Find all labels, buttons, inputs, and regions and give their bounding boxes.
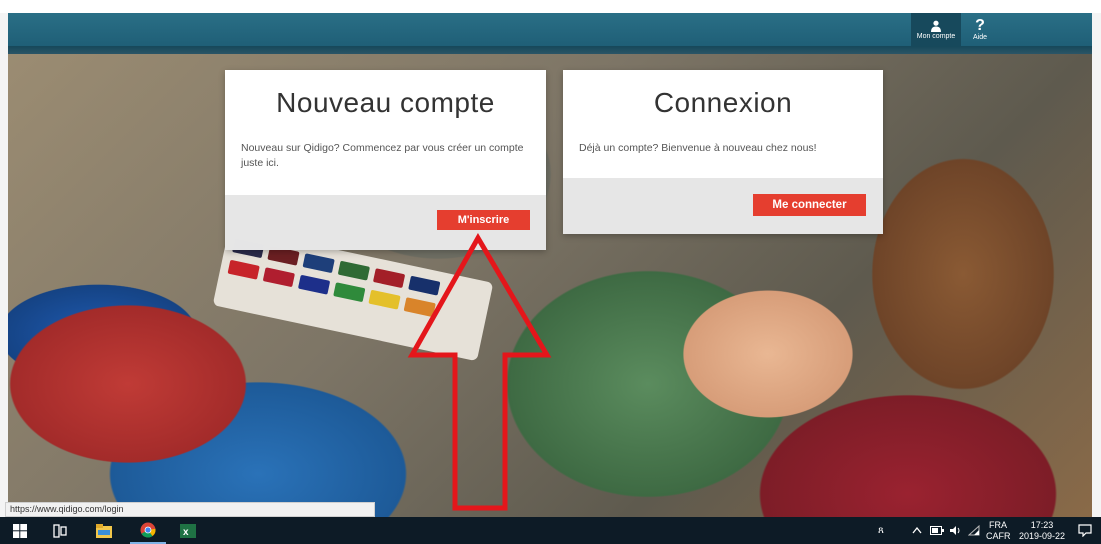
header-shadow	[8, 46, 1092, 54]
hero-background-image	[8, 54, 1092, 517]
system-clock[interactable]: 17:23 2019-09-22	[1016, 520, 1068, 542]
excel-icon[interactable]: x	[170, 517, 206, 544]
new-account-card: Nouveau compte Nouveau sur Qidigo? Comme…	[225, 70, 546, 250]
status-bar-url: https://www.qidigo.com/login	[5, 502, 375, 517]
help-label: Aide	[972, 33, 987, 41]
task-view-icon[interactable]	[42, 517, 78, 544]
new-account-text: Nouveau sur Qidigo? Commencez par vous c…	[241, 142, 524, 169]
notifications-icon[interactable]	[1078, 524, 1092, 537]
clock-date: 2019-09-22	[1018, 531, 1066, 541]
login-footer: Me connecter	[563, 178, 883, 234]
account-button[interactable]: Mon compte	[911, 13, 961, 46]
login-card: Connexion Déjà un compte? Bienvenue à no…	[563, 70, 883, 234]
windows-start-icon[interactable]	[2, 517, 38, 544]
people-icon[interactable]: ጸ	[878, 525, 884, 536]
volume-icon[interactable]	[949, 525, 962, 536]
chevron-up-icon[interactable]	[912, 527, 922, 534]
svg-text:x: x	[183, 527, 189, 538]
keyboard-layout: CAFR	[986, 531, 1011, 541]
account-label: Mon compte	[916, 32, 956, 40]
question-icon: ?	[975, 16, 985, 34]
new-account-title: Nouveau compte	[276, 87, 495, 118]
left-margin	[0, 13, 8, 517]
chrome-icon[interactable]	[130, 517, 166, 544]
right-margin	[1092, 13, 1101, 517]
wifi-icon[interactable]	[968, 525, 980, 536]
new-account-footer: M'inscrire	[225, 195, 546, 250]
login-text: Déjà un compte? Bienvenue à nouveau chez…	[579, 142, 817, 154]
login-button[interactable]: Me connecter	[753, 194, 866, 216]
language-code: FRA	[989, 520, 1007, 530]
language-indicator[interactable]: FRA CAFR	[986, 520, 1011, 542]
file-explorer-icon[interactable]	[86, 517, 122, 544]
battery-icon[interactable]	[930, 526, 944, 535]
help-button[interactable]: ? Aide	[961, 13, 999, 46]
site-header: Mon compte ? Aide	[8, 13, 1092, 46]
clock-time: 17:23	[1030, 520, 1054, 530]
person-icon	[931, 20, 941, 32]
windows-taskbar: x ጸ FRA CAFR 17:23 2019-09-22	[0, 517, 1101, 544]
signup-button[interactable]: M'inscrire	[437, 210, 530, 230]
top-margin	[0, 0, 1101, 13]
login-title: Connexion	[653, 87, 793, 118]
